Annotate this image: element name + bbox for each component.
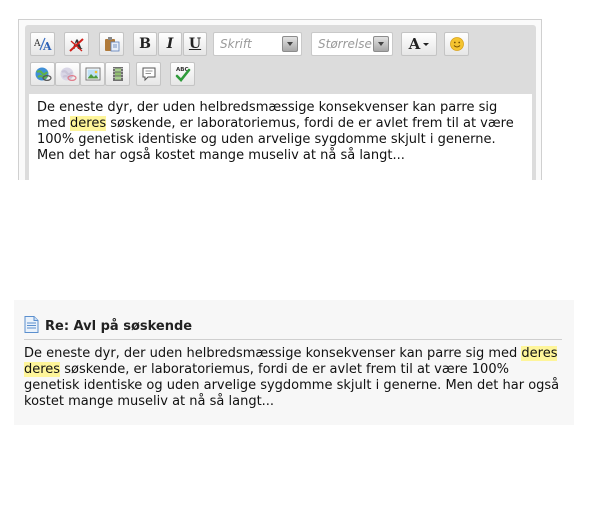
paste-button[interactable] xyxy=(99,32,124,56)
dropdown-arrow-icon xyxy=(423,42,430,46)
svg-text:A: A xyxy=(34,39,41,49)
link-icon xyxy=(34,66,52,82)
underline-button[interactable]: U xyxy=(183,32,207,56)
italic-label: I xyxy=(166,36,174,52)
post-text-after: søskende, er laboratoriemus, fordi de er… xyxy=(24,362,560,409)
paste-icon xyxy=(103,36,121,52)
remove-format-button[interactable]: A xyxy=(64,32,89,56)
post-body: De eneste dyr, der uden helbredsmæssige … xyxy=(24,346,564,410)
svg-text:A: A xyxy=(42,40,52,52)
bold-label: B xyxy=(139,36,151,52)
bold-button[interactable]: B xyxy=(133,32,157,56)
emoticon-button[interactable] xyxy=(444,32,469,56)
post-header: Re: Avl på søskende xyxy=(24,316,562,340)
quote-icon xyxy=(141,66,157,82)
font-family-placeholder: Skrift xyxy=(220,37,252,51)
highlighted-word: deres xyxy=(521,346,558,361)
insert-image-button[interactable] xyxy=(80,62,105,86)
chevron-down-icon xyxy=(282,36,298,52)
font-style-icon: A A xyxy=(34,36,52,52)
spellcheck-icon: ABC xyxy=(174,65,192,83)
highlighted-word: deres xyxy=(24,362,61,377)
editor-text-area[interactable]: De eneste dyr, der uden helbredsmæssige … xyxy=(29,94,532,180)
font-color-label: A xyxy=(408,35,421,53)
font-style-button[interactable]: A A xyxy=(30,32,55,56)
spellcheck-button[interactable]: ABC xyxy=(170,62,195,86)
font-color-button[interactable]: A xyxy=(401,32,437,56)
forum-post: Re: Avl på søskende De eneste dyr, der u… xyxy=(14,300,574,425)
chevron-down-icon xyxy=(373,36,389,52)
italic-button[interactable]: I xyxy=(158,32,182,56)
document-icon xyxy=(24,316,39,337)
remove-format-icon: A xyxy=(68,36,86,52)
insert-quote-button[interactable] xyxy=(136,62,161,86)
remove-link-button[interactable] xyxy=(55,62,80,86)
post-title: Re: Avl på søskende xyxy=(45,319,193,334)
insert-link-button[interactable] xyxy=(30,62,55,86)
font-size-select[interactable]: Størrelse xyxy=(311,32,393,56)
font-size-placeholder: Størrelse xyxy=(318,37,372,51)
underline-label: U xyxy=(188,36,202,52)
emoticon-icon xyxy=(449,36,465,52)
insert-video-button[interactable] xyxy=(105,62,130,86)
post-text-before: De eneste dyr, der uden helbredsmæssige … xyxy=(24,346,522,361)
video-icon xyxy=(110,66,126,82)
image-icon xyxy=(85,66,101,82)
unlink-icon xyxy=(59,66,77,82)
highlighted-word: deres xyxy=(70,116,107,131)
editor-text-after: søskende, er laboratoriemus, fordi de er… xyxy=(37,116,514,163)
font-family-select[interactable]: Skrift xyxy=(213,32,302,56)
